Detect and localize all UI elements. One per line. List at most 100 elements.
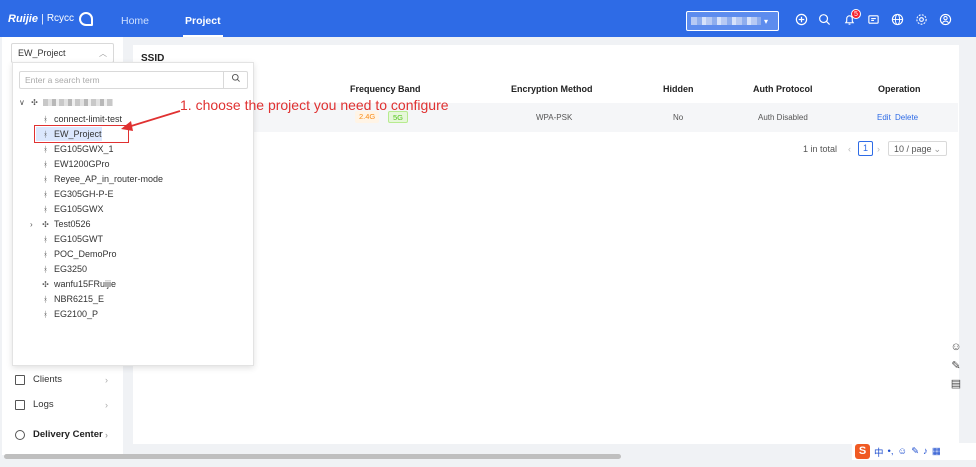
cell-encryption: WPA-PSK (536, 113, 573, 122)
ime-toolbar[interactable]: S 中 •, ☺ ✎ ♪ ▦ (852, 443, 976, 460)
tree-node-label: EW_Project (54, 129, 102, 139)
message-icon[interactable] (867, 13, 880, 26)
tree-node-project[interactable]: ᚼ EG2100_P (41, 309, 98, 319)
emoji-icon[interactable]: ☺ (897, 446, 907, 457)
mic-icon[interactable]: ♪ (923, 446, 928, 457)
chat-icon[interactable]: ☺ (949, 340, 963, 354)
tree-node-label: wanfu15FRuijie (54, 279, 117, 289)
tree-node-project-selected[interactable]: ᚼ EW_Project (41, 129, 102, 139)
tree-node-project[interactable]: ᚼ NBR6215_E (41, 294, 104, 304)
tree-node-label: EW1200GPro (54, 159, 110, 169)
network-icon: ᚼ (43, 264, 48, 274)
tree-node-group[interactable]: › ✣ Test0526 (30, 219, 91, 229)
pagination-prev-icon[interactable]: ‹ (848, 144, 851, 154)
annotation-arrow-icon (121, 110, 181, 131)
feedback-icon[interactable]: ✎ (949, 359, 963, 373)
column-header-encryption-method: Encryption Method (511, 84, 593, 94)
tree-node-label: EG105GWT (54, 234, 104, 244)
sidebar-item-label: Logs (33, 399, 54, 410)
column-header-operation: Operation (878, 84, 921, 94)
chevron-down-icon: ▾ (764, 16, 769, 26)
chevron-right-icon[interactable]: › (30, 220, 33, 229)
tree-node-root[interactable]: ∨ ✣ (19, 98, 113, 107)
chevron-up-icon: ︿ (99, 49, 107, 58)
column-header-auth-protocol: Auth Protocol (753, 84, 813, 94)
sidebar-item-logs[interactable]: Logs › (15, 399, 108, 410)
tree-node-label: EG3250 (54, 264, 88, 274)
nav-home[interactable]: Home (121, 15, 149, 27)
tree-node-label: EG2100_P (54, 309, 99, 319)
project-search-box (19, 71, 248, 89)
clients-icon (15, 374, 25, 385)
tree-node-project[interactable]: ᚼ EG105GWX (41, 204, 104, 214)
tree-node-label: NBR6215_E (54, 294, 105, 304)
page-size-value: 10 / page (894, 144, 932, 154)
network-icon: ᚼ (43, 309, 48, 319)
ime-language-label: 中 (874, 447, 884, 459)
nav-project[interactable]: Project (183, 15, 223, 37)
tree-node-label: EG105GWX_1 (54, 144, 114, 154)
logs-icon (15, 399, 25, 410)
pagination-next-icon[interactable]: › (877, 144, 880, 154)
account-name-redacted (691, 17, 761, 25)
brand-mark-icon (79, 11, 94, 26)
sidebar-item-clients[interactable]: Clients › (15, 374, 108, 385)
network-icon: ᚼ (43, 189, 48, 199)
delete-link[interactable]: Delete (895, 113, 918, 122)
tree-node-project[interactable]: ᚼ Reyee_AP_in_router-mode (41, 174, 163, 184)
network-icon: ᚼ (43, 249, 48, 259)
tree-node-label: Reyee_AP_in_router-mode (54, 174, 164, 184)
sidebar-item-delivery-center[interactable]: Delivery Center › (15, 429, 108, 440)
network-icon: ᚼ (43, 159, 48, 169)
clipboard-icon[interactable]: ▤ (949, 377, 963, 391)
tree-node-group[interactable]: ✣ wanfu15FRuijie (41, 279, 116, 289)
network-icon: ᚼ (43, 234, 48, 244)
punctuation-icon[interactable]: •, (888, 446, 894, 457)
annotation-text: 1. choose the project you need to config… (180, 97, 449, 113)
tree-node-project[interactable]: ᚼ EG3250 (41, 264, 87, 274)
column-header-frequency-band: Frequency Band (350, 84, 421, 94)
tree-node-label: POC_DemoPro (54, 249, 117, 259)
project-select[interactable]: EW_Project ︿ (11, 43, 114, 63)
pagination-page-1[interactable]: 1 (858, 141, 873, 156)
tree-node-project[interactable]: ᚼ connect-limit-test (41, 114, 122, 124)
chevron-right-icon: › (105, 429, 108, 440)
pen-icon[interactable]: ✎ (911, 446, 919, 457)
network-icon: ᚼ (43, 204, 48, 214)
page-size-select[interactable]: 10 / page ⌄ (888, 141, 947, 156)
group-icon: ✣ (31, 98, 38, 107)
search-icon[interactable] (818, 13, 831, 26)
settings-gear-icon[interactable] (915, 13, 928, 26)
horizontal-scrollbar[interactable] (4, 454, 621, 459)
network-icon: ᚼ (43, 129, 48, 139)
tree-node-project[interactable]: ᚼ EG105GWT (41, 234, 103, 244)
chevron-right-icon: › (105, 399, 108, 410)
brand-logo[interactable]: Ruijie | Rcycc (8, 11, 94, 26)
keyboard-icon[interactable]: ▦ (932, 446, 941, 457)
tree-node-label: EG105GWX (54, 204, 104, 214)
tree-node-project[interactable]: ᚼ EG305GH-P-E (41, 189, 114, 199)
tree-node-label: Test0526 (54, 219, 91, 229)
add-circle-icon[interactable] (795, 13, 808, 26)
tree-node-project[interactable]: ᚼ EG105GWX_1 (41, 144, 114, 154)
group-icon: ✣ (42, 219, 49, 229)
edit-link[interactable]: Edit (877, 113, 891, 122)
network-icon: ᚼ (43, 114, 48, 124)
column-header-hidden: Hidden (663, 84, 694, 94)
project-search-input[interactable] (20, 72, 220, 88)
network-icon: ᚼ (43, 174, 48, 184)
tree-node-project[interactable]: ᚼ POC_DemoPro (41, 249, 117, 259)
search-icon[interactable] (223, 72, 247, 88)
globe-icon[interactable] (891, 13, 904, 26)
chevron-down-icon[interactable]: ∨ (19, 98, 25, 107)
brand-name: Ruijie (8, 12, 38, 25)
chevron-down-icon: ⌄ (933, 144, 941, 154)
account-select[interactable]: ▾ (686, 11, 779, 31)
tree-node-label: EG305GH-P-E (54, 189, 114, 199)
cell-auth-protocol: Auth Disabled (758, 113, 808, 122)
delivery-center-icon (15, 429, 25, 440)
network-icon: ᚼ (43, 294, 48, 304)
user-account-icon[interactable] (939, 13, 952, 26)
tree-node-project[interactable]: ᚼ EW1200GPro (41, 159, 110, 169)
brand-subname: Rcycc (46, 13, 75, 24)
